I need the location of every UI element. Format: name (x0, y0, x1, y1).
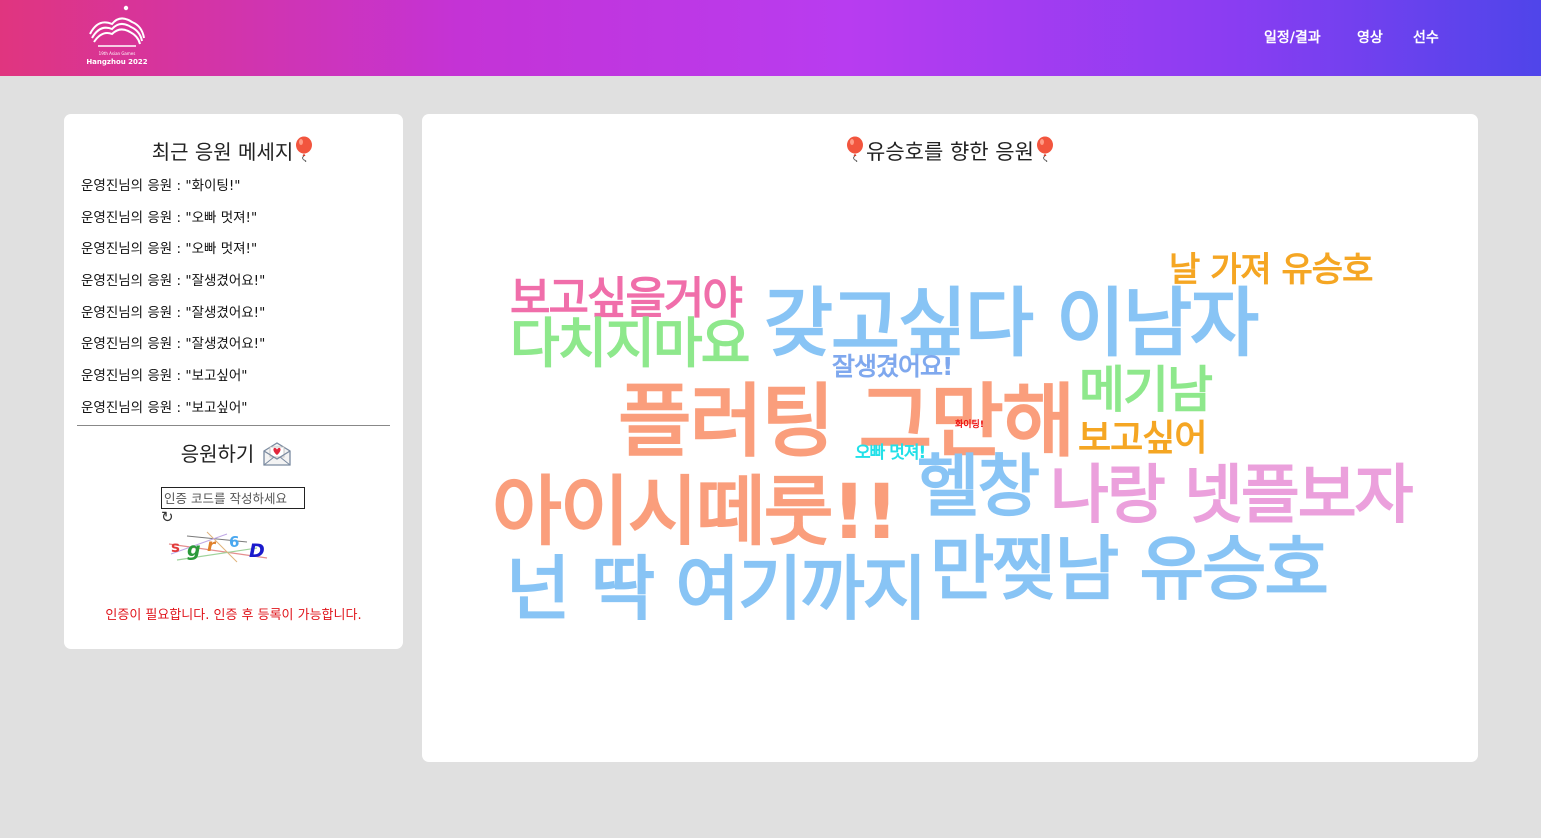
cloud-word: 나랑 넷플보자 (1050, 459, 1414, 533)
recent-messages-title: 최근 응원 메세지 (151, 140, 294, 164)
cheer-heading: 응원하기 (180, 442, 255, 466)
logo-city-year: Hangzhou 2022 (86, 58, 148, 66)
cloud-word: 다치지마요 (510, 312, 750, 375)
captcha-char: D (249, 540, 265, 562)
list-item: 운영진님의 응원 : "잘생겼어요!" (81, 304, 266, 321)
captcha-char: r (207, 536, 216, 556)
cloud-word: 보고싶어 (1078, 418, 1207, 459)
nav-videos[interactable]: 영상 (1357, 27, 1383, 47)
cloud-word: 오빠 멋져! (855, 443, 926, 463)
recent-messages-list: 운영진님의 응원 : "화이팅!" 운영진님의 응원 : "오빠 멋져!" 운영… (81, 178, 391, 432)
list-item: 운영진님의 응원 : "오빠 멋져!" (81, 241, 258, 258)
recent-messages-heading: 최근 응원 메세지 (64, 136, 403, 165)
logo-subtitle: 19th Asian Games (98, 51, 136, 56)
cheer-panel: 최근 응원 메세지 운영진님의 응원 : "화이팅!" 운영진님의 응원 : "… (64, 114, 403, 649)
word-cloud-title: 유승호를 향한 응원 (866, 140, 1034, 164)
nav-schedule-results[interactable]: 일정/결과 (1264, 27, 1321, 47)
captcha-char: g (187, 539, 201, 561)
cloud-word: 헬창 (917, 448, 1040, 527)
balloon-icon (847, 136, 864, 162)
section-divider (77, 425, 390, 426)
envelope-heart-icon (263, 442, 291, 466)
balloon-icon (1036, 136, 1053, 162)
refresh-captcha-icon[interactable]: ↻ (161, 509, 174, 525)
list-item: 운영진님의 응원 : "잘생겼어요!" (81, 273, 266, 290)
auth-required-message: 인증이 필요합니다. 인증 후 등록이 가능합니다. (105, 608, 362, 623)
nav-players[interactable]: 선수 (1413, 27, 1439, 47)
captcha-code-input[interactable] (161, 487, 305, 509)
list-item: 운영진님의 응원 : "잘생겼어요!" (81, 336, 266, 353)
balloon-icon (296, 136, 313, 162)
cloud-word: 메기남 (1079, 361, 1213, 419)
asian-games-logo[interactable]: 19th Asian Games Hangzhou 2022 (84, 4, 150, 70)
cloud-word: 넌 딱 여기까지 (506, 548, 927, 630)
cloud-word: 만찢남 유승호 (930, 528, 1329, 610)
hangzhou-emblem-icon (89, 5, 145, 47)
list-item: 운영진님의 응원 : "오빠 멋져!" (81, 209, 258, 226)
cloud-word: 화이팅! (955, 420, 984, 430)
captcha-image: s g r 6 D (167, 528, 271, 568)
list-item: 운영진님의 응원 : "화이팅!" (81, 178, 241, 194)
cloud-word: 갖고싶다 이남자 (764, 279, 1259, 367)
top-header: 19th Asian Games Hangzhou 2022 일정/결과 영상 … (0, 0, 1541, 76)
list-item: 운영진님의 응원 : "보고싶어" (81, 399, 248, 416)
captcha-char: s (171, 538, 180, 556)
captcha-char: 6 (229, 533, 240, 551)
word-cloud-panel: 유승호를 향한 응원 날 가져 유승호 보고싶을거야 갖고싶다 이남자 다치지마… (422, 114, 1478, 762)
list-item: 운영진님의 응원 : "보고싶어" (81, 368, 248, 385)
cloud-word: 아이시떼룻!! (492, 467, 899, 556)
word-cloud-heading: 유승호를 향한 응원 (422, 136, 1478, 166)
